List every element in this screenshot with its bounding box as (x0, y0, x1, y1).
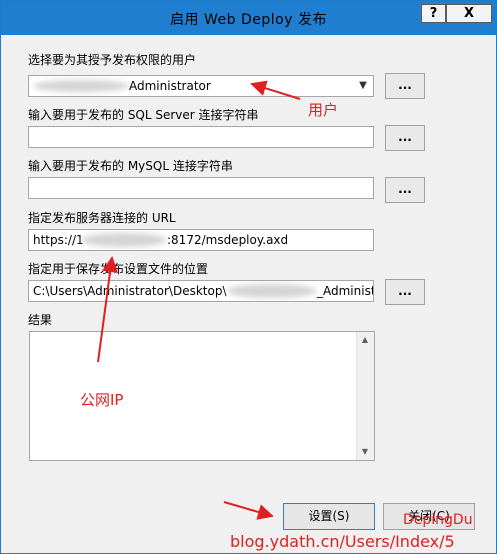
redacted-ip (81, 233, 167, 247)
redacted-path (227, 284, 317, 298)
user-select[interactable]: Administrator ▼ (28, 75, 374, 97)
results-scrollbar[interactable]: ▲ ▼ (356, 332, 374, 460)
sql-label: 输入要用于发布的 SQL Server 连接字符串 (28, 108, 259, 122)
browse-path-button[interactable]: ... (385, 279, 425, 305)
watermark-author: DepingDu (403, 512, 473, 528)
url-prefix: https://1 (33, 233, 84, 247)
mysql-connection-input[interactable] (28, 177, 374, 199)
scroll-up-icon[interactable]: ▲ (357, 332, 373, 348)
results-label: 结果 (28, 313, 53, 327)
path-label: 指定用于保存发布设置文件的位置 (28, 262, 209, 276)
watermark-blog: blog.ydath.cn/Users/Index/5 (230, 532, 455, 551)
sql-connection-input[interactable] (28, 126, 374, 148)
annotation-user: 用户 (308, 101, 339, 119)
url-input[interactable]: https://1 :8172/msdeploy.axd (28, 229, 374, 251)
path-prefix: C:\Users\Administrator\Desktop\ (33, 284, 227, 298)
url-suffix: :8172/msdeploy.axd (167, 233, 289, 247)
browse-user-button[interactable]: ... (385, 73, 425, 99)
mysql-label: 输入要用于发布的 MySQL 连接字符串 (28, 159, 233, 173)
setup-button[interactable]: 设置(S) (283, 503, 375, 530)
redacted-user-prefix (33, 80, 129, 92)
chevron-down-icon[interactable]: ▼ (355, 78, 371, 94)
title-bar[interactable]: 启用 Web Deploy 发布 ? X (1, 1, 496, 35)
user-label: 选择要为其授予发布权限的用户 (28, 53, 197, 67)
user-select-value: Administrator (129, 79, 211, 93)
path-suffix: _Administ (317, 284, 374, 298)
path-input[interactable]: C:\Users\Administrator\Desktop\ _Adminis… (28, 280, 374, 302)
deploy-dialog: 启用 Web Deploy 发布 ? X 选择要为其授予发布权限的用户 Admi… (0, 0, 497, 554)
url-label: 指定发布服务器连接的 URL (28, 211, 176, 225)
scroll-down-icon[interactable]: ▼ (357, 444, 373, 460)
annotation-public-ip: 公网IP (80, 391, 124, 409)
close-window-button[interactable]: X (446, 4, 492, 23)
browse-sql-button[interactable]: ... (385, 125, 425, 151)
help-button[interactable]: ? (421, 4, 446, 23)
browse-mysql-button[interactable]: ... (385, 177, 425, 203)
